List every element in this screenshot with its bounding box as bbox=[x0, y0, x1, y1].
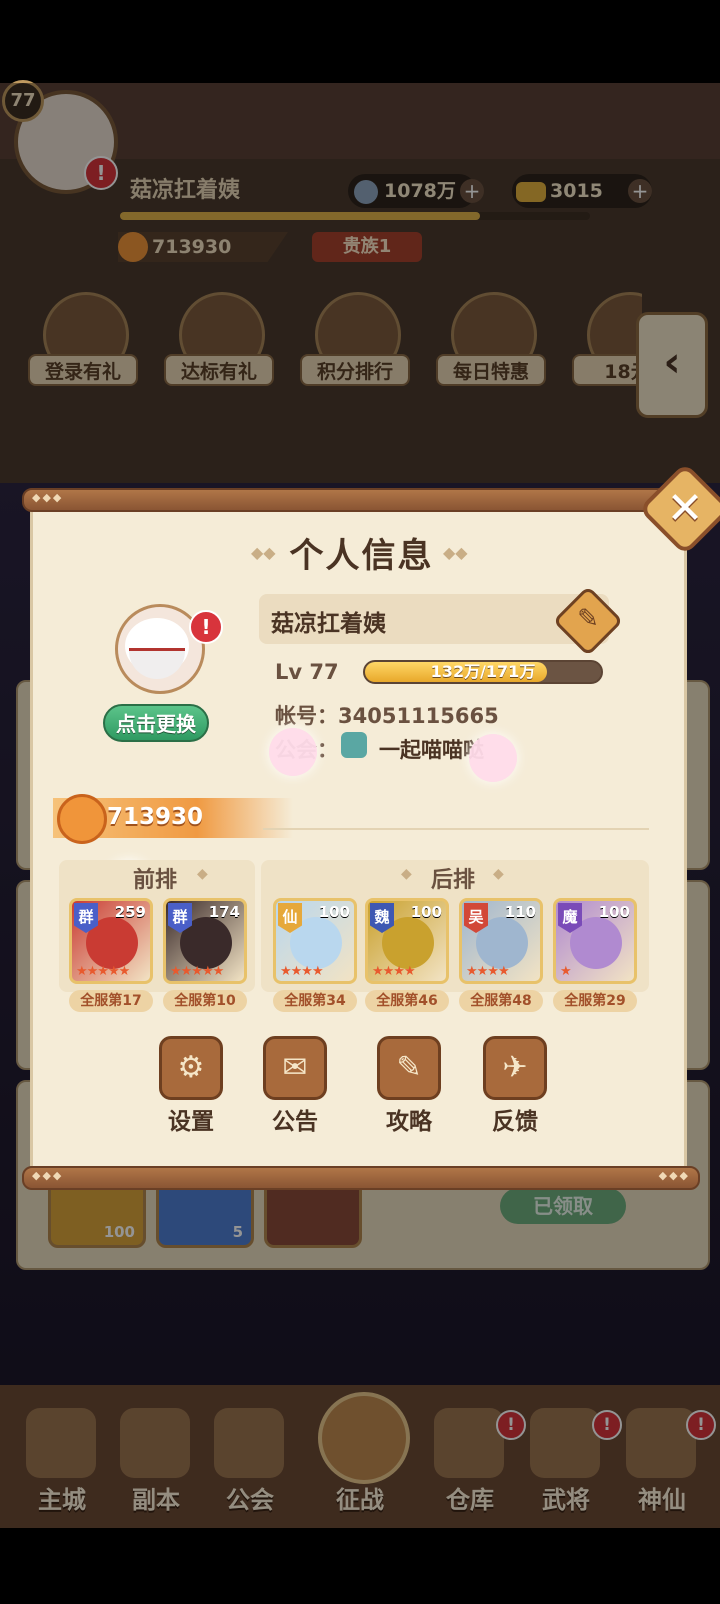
account-label: 帐号： bbox=[275, 704, 338, 728]
announcement-icon: ✉ bbox=[282, 1050, 308, 1085]
paw-icon bbox=[57, 794, 107, 844]
hero-stars: ★★★★ bbox=[280, 964, 324, 979]
guide-button[interactable]: ✎ bbox=[377, 1036, 441, 1100]
hero-level: 100 bbox=[318, 903, 350, 921]
feedback-label: 反馈 bbox=[492, 1109, 538, 1135]
hero-card[interactable]: 仙 100 ★★★★ bbox=[273, 898, 357, 984]
power-score: 713930 bbox=[107, 804, 204, 830]
account-id: 34051115665 bbox=[338, 704, 499, 728]
title-deco-right: ◆◆ bbox=[443, 543, 468, 562]
settings-label: 设置 bbox=[168, 1109, 214, 1135]
hero-level: 259 bbox=[114, 903, 146, 921]
row-deco: ◆ bbox=[493, 866, 504, 882]
feedback-icon: ✈ bbox=[502, 1050, 528, 1085]
exp-text: 132万/171万 bbox=[430, 662, 536, 681]
announcement-button[interactable]: ✉ bbox=[263, 1036, 327, 1100]
wrench-icon: ⚙ bbox=[177, 1050, 205, 1085]
announcement-label: 公告 bbox=[272, 1109, 318, 1135]
hero-level: 100 bbox=[410, 903, 442, 921]
hero-card[interactable]: 群 174 ★★★★★ bbox=[163, 898, 247, 984]
settings-button[interactable]: ⚙ bbox=[159, 1036, 223, 1100]
hero-level: 174 bbox=[208, 903, 240, 921]
row-deco: ◆ bbox=[197, 866, 208, 882]
hero-card[interactable]: 群 259 ★★★★★ bbox=[69, 898, 153, 984]
hero-card[interactable]: 吴 110 ★★★★ bbox=[459, 898, 543, 984]
hero-stars: ★★★★ bbox=[372, 964, 416, 979]
hero-stars: ★★★★ bbox=[466, 964, 510, 979]
hero-rank: 全服第29 bbox=[553, 990, 637, 1012]
avatar-alert-icon: ! bbox=[189, 610, 223, 644]
hero-level: 110 bbox=[504, 903, 536, 921]
scroll-rod-top: ◆◆◆ bbox=[22, 488, 686, 512]
guide-icon: ✎ bbox=[396, 1050, 422, 1085]
dialog-title: 个人信息 bbox=[289, 536, 434, 576]
level-label: Lv 77 bbox=[275, 660, 339, 684]
row-deco: ◆ bbox=[401, 866, 412, 882]
hero-card[interactable]: 魔 100 ★ bbox=[553, 898, 637, 984]
hero-rank: 全服第34 bbox=[273, 990, 357, 1012]
hero-rank: 全服第10 bbox=[163, 990, 247, 1012]
hero-stars: ★★★★★ bbox=[76, 964, 130, 979]
paw-print-icon bbox=[469, 734, 517, 782]
hero-rank: 全服第48 bbox=[459, 990, 543, 1012]
profile-dialog: ◆◆ 个人信息 ◆◆ ! 点击更换 菇凉扛着姨 ✎ Lv 77 132万/171… bbox=[30, 498, 687, 1166]
scroll-rod-bottom: ◆◆◆ ◆◆◆ bbox=[22, 1166, 700, 1190]
guild-icon bbox=[341, 732, 367, 758]
hero-rank: 全服第17 bbox=[69, 990, 153, 1012]
pencil-icon: ✎ bbox=[577, 604, 599, 634]
guide-label: 攻略 bbox=[386, 1109, 432, 1135]
hero-stars: ★ bbox=[560, 964, 572, 979]
feedback-button[interactable]: ✈ bbox=[483, 1036, 547, 1100]
divider bbox=[263, 828, 649, 830]
profile-name: 菇凉扛着姨 bbox=[271, 611, 386, 637]
close-icon[interactable]: ✕ bbox=[652, 476, 718, 542]
account-row: 帐号：34051115665 bbox=[275, 700, 499, 730]
hero-stars: ★★★★★ bbox=[170, 964, 224, 979]
paw-print-icon bbox=[269, 728, 317, 776]
front-row-label: 前排 bbox=[133, 868, 178, 893]
change-avatar-button[interactable]: 点击更换 bbox=[103, 704, 209, 742]
hero-card[interactable]: 魏 100 ★★★★ bbox=[365, 898, 449, 984]
hero-rank: 全服第46 bbox=[365, 990, 449, 1012]
hero-level: 100 bbox=[598, 903, 630, 921]
back-row-label: 后排 bbox=[431, 868, 476, 893]
